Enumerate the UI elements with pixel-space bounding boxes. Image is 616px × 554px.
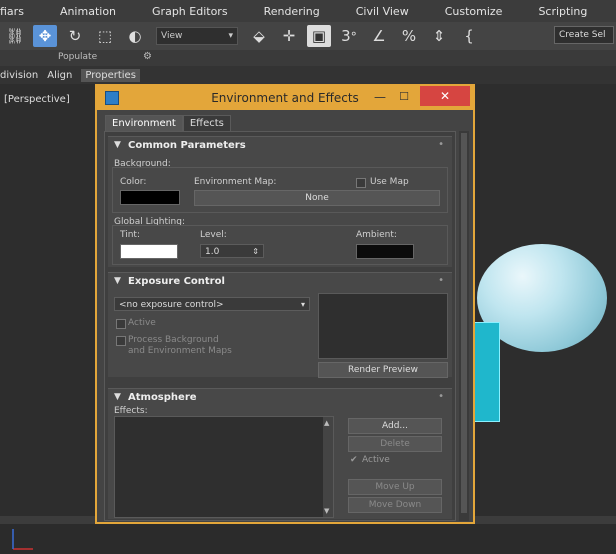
axis-gizmo-icon [12, 529, 33, 550]
exposure-control-title: Exposure Control [128, 276, 225, 287]
collapse-arrow-icon: ▼ [114, 276, 121, 286]
chevron-down-icon: ▾ [228, 31, 233, 41]
tint-color-swatch[interactable] [120, 244, 178, 259]
level-spinner[interactable]: 1.0 ⇕ [200, 244, 264, 258]
environment-map-button[interactable]: None [194, 190, 440, 206]
maximize-button[interactable]: ☐ [393, 88, 415, 106]
active-label: Active [128, 318, 156, 328]
rollout-dot-icon: • [438, 139, 444, 150]
menu-item-scripting[interactable]: Scripting [538, 5, 587, 18]
active-check-icon[interactable]: ✔ [350, 455, 358, 465]
background-color-swatch[interactable] [120, 190, 180, 205]
environment-maps-label: and Environment Maps [128, 346, 232, 356]
snap-label: 3 [341, 27, 351, 45]
effects-list-scrollbar[interactable]: ▲ ▼ [323, 417, 333, 517]
menu-item-civil-view[interactable]: Civil View [356, 5, 409, 18]
scroll-down-icon[interactable]: ▼ [324, 507, 329, 515]
spinner-snap-icon[interactable]: ⇕ [427, 25, 451, 47]
render-preview-button[interactable]: Render Preview [318, 362, 448, 378]
close-button[interactable]: ✕ [420, 86, 470, 106]
atmosphere-rollout: ▼ Atmosphere • Effects: ▲ ▼ Add... Delet… [108, 388, 452, 519]
link-icon[interactable]: ⛓ [3, 25, 27, 47]
move-up-button[interactable]: Move Up [348, 479, 442, 495]
collapse-arrow-icon: ▼ [114, 140, 121, 150]
environment-map-label: Environment Map: [194, 177, 277, 187]
level-value: 1.0 [205, 247, 220, 257]
dialog-titlebar[interactable]: Environment and Effects — ☐ ✕ [97, 86, 473, 110]
rollout-dot-icon: • [438, 275, 444, 286]
ribbon-item-properties[interactable]: Properties [81, 68, 140, 82]
menu-item-graph-editors[interactable]: Graph Editors [152, 5, 228, 18]
scroll-up-icon[interactable]: ▲ [324, 419, 329, 427]
effects-list[interactable]: ▲ ▼ [114, 416, 334, 518]
tab-effects[interactable]: Effects [182, 115, 231, 131]
chevron-down-icon: ▾ [300, 300, 305, 309]
exposure-control-value: <no exposure control> [119, 300, 224, 310]
create-selection-select[interactable]: Create Sel [554, 26, 614, 44]
dialog-scrollbar[interactable] [459, 131, 469, 521]
select-manipulate-icon[interactable]: ▣ [307, 25, 331, 47]
percent-label: % [401, 27, 417, 45]
collapse-arrow-icon: ▼ [114, 392, 121, 402]
dialog-tabs: Environment Effects [105, 115, 231, 131]
scale-icon[interactable]: ⬚ [93, 25, 117, 47]
pivot-icon[interactable]: ⬙ [247, 25, 271, 47]
reference-coordinate-select[interactable]: View ▾ [156, 27, 238, 45]
atmosphere-active-label: Active [362, 455, 390, 465]
ambient-color-swatch[interactable] [356, 244, 414, 259]
add-effect-button[interactable]: Add... [348, 418, 442, 434]
common-parameters-header[interactable]: ▼ Common Parameters • [108, 137, 452, 155]
percent-snap-icon[interactable]: % [397, 25, 421, 47]
common-parameters-rollout: ▼ Common Parameters • Background: Color:… [108, 136, 452, 267]
common-parameters-title: Common Parameters [128, 140, 246, 151]
process-background-checkbox[interactable] [116, 336, 126, 346]
atmosphere-header[interactable]: ▼ Atmosphere • [108, 389, 452, 407]
select-object-icon[interactable]: ◐ [123, 25, 147, 47]
ribbon-item-align[interactable]: Align [47, 70, 72, 81]
tint-label: Tint: [120, 230, 140, 240]
exposure-control-select[interactable]: <no exposure control> ▾ [114, 297, 310, 311]
rotate-icon[interactable]: ↻ [63, 25, 87, 47]
view-select-label: View [161, 31, 183, 41]
effects-label: Effects: [114, 406, 148, 416]
atmosphere-title: Atmosphere [128, 392, 197, 403]
ribbon-bar: division Align Properties [0, 66, 616, 84]
color-label: Color: [120, 177, 147, 187]
menu-item-animation[interactable]: Animation [60, 5, 116, 18]
exposure-preview [318, 293, 448, 359]
populate-strip: Populate ⚙ [0, 50, 616, 66]
environment-effects-dialog: Environment and Effects — ☐ ✕ Environmen… [95, 84, 475, 524]
menu-item-rendering[interactable]: Rendering [264, 5, 320, 18]
crosshair-icon[interactable]: ✛ [277, 25, 301, 47]
edit-named-selection-icon[interactable]: { [457, 25, 481, 47]
active-checkbox[interactable] [116, 319, 126, 329]
scrollbar-thumb[interactable] [461, 133, 467, 513]
ribbon-item-division[interactable]: division [0, 70, 38, 81]
level-label: Level: [200, 230, 227, 240]
populate-label: Populate [58, 52, 98, 62]
ambient-label: Ambient: [356, 230, 397, 240]
use-map-label: Use Map [370, 177, 409, 187]
tab-content: ▼ Common Parameters • Background: Color:… [104, 131, 456, 521]
angle-snap-icon[interactable]: ∠ [367, 25, 391, 47]
menu-item-fiars[interactable]: fiars [0, 5, 24, 18]
process-background-label: Process Background [128, 335, 219, 345]
menu-bar: fiars Animation Graph Editors Rendering … [0, 0, 616, 23]
viewport-label[interactable]: [Perspective] [4, 94, 70, 105]
dialog-title: Environment and Effects [211, 91, 359, 105]
gear-icon[interactable]: ⚙ [143, 51, 152, 62]
menu-item-customize[interactable]: Customize [445, 5, 503, 18]
tab-environment[interactable]: Environment [105, 115, 183, 131]
snap-toggle-icon[interactable]: 3 ° [337, 25, 361, 47]
delete-effect-button[interactable]: Delete [348, 436, 442, 452]
main-toolbar: ⛓ ✥ ↻ ⬚ ◐ View ▾ ⬙ ✛ ▣ 3 ° ∠ % ⇕ { Create … [0, 22, 616, 51]
use-map-checkbox[interactable] [356, 178, 366, 188]
minimize-button[interactable]: — [369, 88, 391, 106]
move-down-button[interactable]: Move Down [348, 497, 442, 513]
move-icon[interactable]: ✥ [33, 25, 57, 47]
spinner-arrows-icon[interactable]: ⇕ [252, 245, 259, 259]
exposure-control-rollout: ▼ Exposure Control • <no exposure contro… [108, 272, 452, 378]
rollout-dot-icon: • [438, 391, 444, 402]
exposure-control-header[interactable]: ▼ Exposure Control • [108, 273, 452, 291]
